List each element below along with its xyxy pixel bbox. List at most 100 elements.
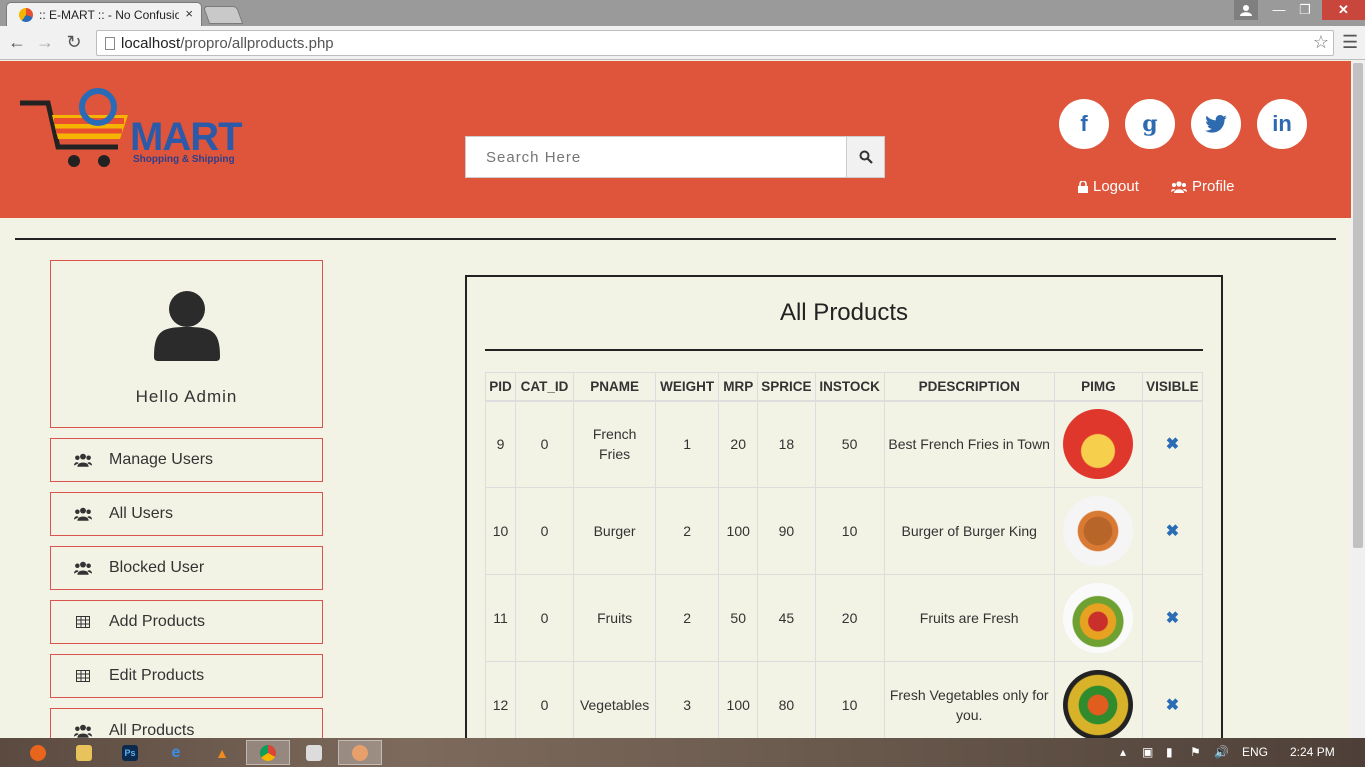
back-arrow-icon[interactable]: ← — [6, 32, 28, 53]
admin-greeting: Hello Admin — [135, 387, 238, 406]
cell-weight: 3 — [655, 661, 720, 743]
user-avatar-icon — [154, 291, 220, 361]
remove-icon[interactable]: ✖ — [1166, 610, 1179, 627]
table-row: 12 0 Vegetables 3 100 80 10 Fresh Vegeta… — [484, 661, 1204, 743]
network-icon[interactable]: ▮ — [1166, 745, 1173, 759]
forward-arrow-icon[interactable]: → — [34, 32, 56, 53]
folder-icon — [76, 744, 92, 761]
sidebar-item-label: All Products — [109, 721, 195, 739]
cell-instock: 20 — [814, 574, 885, 662]
sidebar-item-all-users[interactable]: All Users — [50, 492, 323, 536]
sidebar-item-manage-users[interactable]: Manage Users — [50, 438, 323, 482]
close-window-icon[interactable]: ✕ — [1322, 0, 1365, 20]
cell-visible: ✖ — [1141, 661, 1204, 743]
taskbar-vlc[interactable]: ▲ — [200, 740, 244, 765]
tray-app-icon[interactable]: ▣ — [1142, 745, 1153, 759]
show-hidden-icons-icon[interactable]: ▴ — [1120, 745, 1126, 759]
table-icon — [73, 616, 93, 628]
cell-pdescription: Burger of Burger King — [883, 487, 1055, 575]
browser-tab[interactable]: :: E-MART :: - No Confusio × — [6, 2, 202, 26]
logout-label: Logout — [1093, 178, 1139, 195]
cell-mrp: 100 — [718, 487, 759, 575]
page-icon — [105, 37, 115, 50]
cell-pname: Fruits — [573, 574, 657, 662]
volume-icon[interactable]: 🔊 — [1214, 745, 1229, 759]
cell-cat-id: 0 — [515, 400, 575, 488]
language-indicator[interactable]: ENG — [1242, 745, 1268, 759]
facebook-icon[interactable]: f — [1059, 99, 1109, 149]
browser-menu-icon[interactable]: ☰ — [1342, 32, 1358, 53]
column-header: VISIBLE — [1141, 372, 1204, 402]
cell-instock: 10 — [814, 661, 885, 743]
minimize-window-icon[interactable]: — — [1266, 0, 1292, 20]
cell-pid: 12 — [484, 661, 517, 743]
cell-pdescription: Best French Fries in Town — [883, 400, 1055, 488]
taskbar-firefox[interactable] — [16, 740, 60, 765]
site-favicon-icon — [19, 8, 33, 22]
users-icon — [73, 561, 93, 575]
sidebar-item-edit-products[interactable]: Edit Products — [50, 654, 323, 698]
twitter-icon[interactable] — [1191, 99, 1241, 149]
cell-weight: 1 — [655, 400, 720, 488]
cell-cat-id: 0 — [515, 661, 575, 743]
scrollbar-thumb[interactable] — [1353, 63, 1363, 548]
flag-icon[interactable]: ⚑ — [1190, 745, 1201, 759]
search-input[interactable] — [465, 136, 847, 178]
taskbar-paint[interactable] — [338, 740, 382, 765]
admin-profile-card: Hello Admin — [50, 260, 323, 428]
cell-pimg — [1053, 487, 1143, 575]
cell-weight: 2 — [655, 574, 720, 662]
taskbar-internet-explorer[interactable]: e — [154, 740, 198, 765]
table-row: 10 0 Burger 2 100 90 10 Burger of Burger… — [484, 487, 1204, 575]
products-panel: All Products PID CAT_ID PNAME WEIGHT MRP… — [465, 275, 1223, 745]
taskbar-photoshop[interactable]: Ps — [108, 740, 152, 765]
cell-pimg — [1053, 574, 1143, 662]
product-image-vegetables — [1063, 670, 1134, 740]
taskbar-explorer[interactable] — [62, 740, 106, 765]
product-image-fruits — [1063, 583, 1134, 653]
url-text[interactable]: localhost/propro/allproducts.php — [121, 35, 334, 52]
google-plus-icon[interactable]: g — [1125, 99, 1175, 149]
sidebar-item-blocked-user[interactable]: Blocked User — [50, 546, 323, 590]
title-divider — [485, 349, 1203, 351]
taskbar-chrome[interactable] — [246, 740, 290, 765]
linkedin-icon[interactable]: in — [1257, 99, 1307, 149]
profile-link[interactable]: Profile — [1171, 178, 1235, 195]
new-tab-button[interactable] — [202, 6, 244, 24]
remove-icon[interactable]: ✖ — [1166, 697, 1179, 714]
browser-titlebar: :: E-MART :: - No Confusio × — ❐ ✕ — [0, 0, 1365, 26]
table-icon — [73, 670, 93, 682]
table-header-row: PID CAT_ID PNAME WEIGHT MRP SPRICE INSTO… — [484, 372, 1204, 402]
remove-icon[interactable]: ✖ — [1166, 436, 1179, 453]
taskbar-window[interactable] — [292, 740, 336, 765]
photoshop-icon: Ps — [122, 744, 138, 761]
cell-cat-id: 0 — [515, 487, 575, 575]
search-button[interactable] — [846, 136, 885, 178]
reload-icon[interactable]: ↻ — [63, 32, 85, 53]
column-header: INSTOCK — [814, 372, 885, 402]
users-icon — [1171, 180, 1187, 193]
column-header: PID — [484, 372, 517, 402]
sidebar-item-label: Edit Products — [109, 667, 205, 684]
window-icon — [306, 744, 322, 761]
user-profile-icon[interactable] — [1234, 0, 1258, 20]
cell-pname: French Fries — [573, 400, 657, 488]
browser-toolbar: ← → ↻ localhost/propro/allproducts.php ☆… — [0, 26, 1365, 60]
remove-icon[interactable]: ✖ — [1166, 523, 1179, 540]
tab-close-icon[interactable]: × — [185, 6, 193, 21]
bookmark-star-icon[interactable]: ☆ — [1313, 32, 1329, 53]
cell-pdescription: Fruits are Fresh — [883, 574, 1055, 662]
cell-cat-id: 0 — [515, 574, 575, 662]
cell-instock: 50 — [814, 400, 885, 488]
column-header: PDESCRIPTION — [883, 372, 1055, 402]
address-bar[interactable]: localhost/propro/allproducts.php ☆ — [96, 30, 1334, 56]
sidebar-item-all-products[interactable]: All Products — [50, 708, 323, 738]
column-header: CAT_ID — [515, 372, 575, 402]
page-scrollbar[interactable] — [1351, 61, 1365, 738]
restore-window-icon[interactable]: ❐ — [1292, 0, 1318, 20]
cell-mrp: 20 — [718, 400, 759, 488]
clock[interactable]: 2:24 PM — [1290, 745, 1335, 759]
emart-logo[interactable]: MART Shopping & Shipping — [18, 87, 248, 177]
sidebar-item-add-products[interactable]: Add Products — [50, 600, 323, 644]
logout-link[interactable]: Logout — [1078, 178, 1139, 195]
